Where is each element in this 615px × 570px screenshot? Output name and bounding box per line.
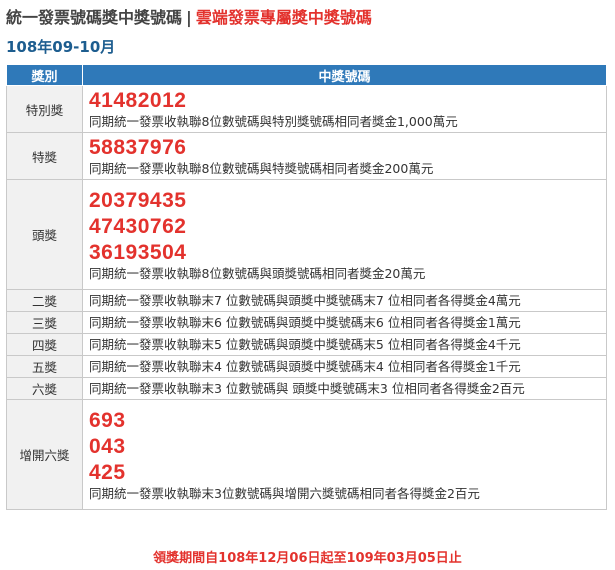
prize-description: 同期統一發票收執聯末3 位數號碼與 頭獎中獎號碼末3 位相同者各得獎金2百元 — [82, 377, 607, 400]
table-row-first-prize: 頭獎 20379435 47430762 36193504 同期統一發票收執聯8… — [6, 179, 607, 290]
winning-number: 58837976 — [89, 136, 187, 159]
numbers-cell: 20379435 47430762 36193504 同期統一發票收執聯8位數號… — [82, 179, 607, 290]
table-row-special-prize: 特別獎 41482012 同期統一發票收執聯8位數號碼與特別獎號碼相同者獎金1,… — [6, 85, 607, 133]
period-title: 108年09-10月 — [6, 38, 116, 56]
winning-number: 36193504 — [89, 240, 187, 264]
category-cell: 三獎 — [6, 311, 83, 334]
category-cell: 二獎 — [6, 289, 83, 312]
cloud-invoice-title-link[interactable]: 雲端發票專屬獎中獎號碼 — [196, 8, 372, 27]
column-header-numbers: 中獎號碼 — [82, 64, 607, 86]
table-row-fourth-prize: 四獎 同期統一發票收執聯末5 位數號碼與頭獎中獎號碼末5 位相同者各得獎金4千元 — [6, 333, 607, 356]
category-cell: 頭獎 — [6, 179, 83, 290]
winning-number: 425 — [89, 460, 126, 484]
category-cell: 四獎 — [6, 333, 83, 356]
column-header-category: 獎別 — [6, 64, 83, 86]
winning-number: 47430762 — [89, 214, 187, 238]
winning-number: 693 — [89, 408, 126, 432]
page-header: 統一發票號碼獎中獎號碼 | 雲端發票專屬獎中獎號碼 — [6, 6, 372, 30]
prize-description: 同期統一發票收執聯8位數號碼與頭獎號碼相同者獎金20萬元 — [89, 265, 426, 281]
category-cell: 五獎 — [6, 355, 83, 378]
claim-period-notice: 領獎期間自108年12月06日起至109年03月05日止 — [153, 551, 462, 566]
table-row-third-prize: 三獎 同期統一發票收執聯末6 位數號碼與頭獎中獎號碼末6 位相同者各得獎金1萬元 — [6, 311, 607, 334]
prize-description: 同期統一發票收執聯末5 位數號碼與頭獎中獎號碼末5 位相同者各得獎金4千元 — [82, 333, 607, 356]
category-cell: 六獎 — [6, 377, 83, 400]
winning-number: 20379435 — [89, 188, 187, 212]
title-separator: | — [186, 8, 192, 27]
prize-description: 同期統一發票收執聯末7 位數號碼與頭獎中獎號碼末7 位相同者各得獎金4萬元 — [82, 289, 607, 312]
prize-description: 同期統一發票收執聯末4 位數號碼與頭獎中獎號碼末4 位相同者各得獎金1千元 — [82, 355, 607, 378]
numbers-cell: 58837976 同期統一發票收執聯8位數號碼與特獎號碼相同者獎金200萬元 — [82, 132, 607, 180]
table-header-row: 獎別 中獎號碼 — [6, 64, 607, 86]
table-row-second-prize: 二獎 同期統一發票收執聯末7 位數號碼與頭獎中獎號碼末7 位相同者各得獎金4萬元 — [6, 289, 607, 312]
winning-number: 043 — [89, 434, 126, 458]
table-row-grand-prize: 特獎 58837976 同期統一發票收執聯8位數號碼與特獎號碼相同者獎金200萬… — [6, 132, 607, 180]
table-row-additional-sixth-prize: 增開六獎 693 043 425 同期統一發票收執聯末3位數號碼與增開六獎號碼相… — [6, 399, 607, 510]
prize-description: 同期統一發票收執聯8位數號碼與特別獎號碼相同者獎金1,000萬元 — [89, 114, 458, 129]
winning-number: 41482012 — [89, 89, 187, 112]
prize-table: 獎別 中獎號碼 特別獎 41482012 同期統一發票收執聯8位數號碼與特別獎號… — [6, 64, 607, 510]
table-row-sixth-prize: 六獎 同期統一發票收執聯末3 位數號碼與 頭獎中獎號碼末3 位相同者各得獎金2百… — [6, 377, 607, 400]
table-row-fifth-prize: 五獎 同期統一發票收執聯末4 位數號碼與頭獎中獎號碼末4 位相同者各得獎金1千元 — [6, 355, 607, 378]
prize-description: 同期統一發票收執聯末6 位數號碼與頭獎中獎號碼末6 位相同者各得獎金1萬元 — [82, 311, 607, 334]
prize-description: 同期統一發票收執聯末3位數號碼與增開六獎號碼相同者各得獎金2百元 — [89, 485, 480, 501]
category-cell: 特獎 — [6, 132, 83, 180]
invoice-title-link[interactable]: 統一發票號碼獎中獎號碼 — [6, 8, 182, 27]
numbers-cell: 41482012 同期統一發票收執聯8位數號碼與特別獎號碼相同者獎金1,000萬… — [82, 85, 607, 133]
page: 統一發票號碼獎中獎號碼 | 雲端發票專屬獎中獎號碼 108年09-10月 獎別 中獎… — [0, 0, 615, 570]
prize-description: 同期統一發票收執聯8位數號碼與特獎號碼相同者獎金200萬元 — [89, 161, 434, 176]
numbers-cell: 693 043 425 同期統一發票收執聯末3位數號碼與增開六獎號碼相同者各得獎… — [82, 399, 607, 510]
category-cell: 特別獎 — [6, 85, 83, 133]
category-cell: 增開六獎 — [6, 399, 83, 510]
